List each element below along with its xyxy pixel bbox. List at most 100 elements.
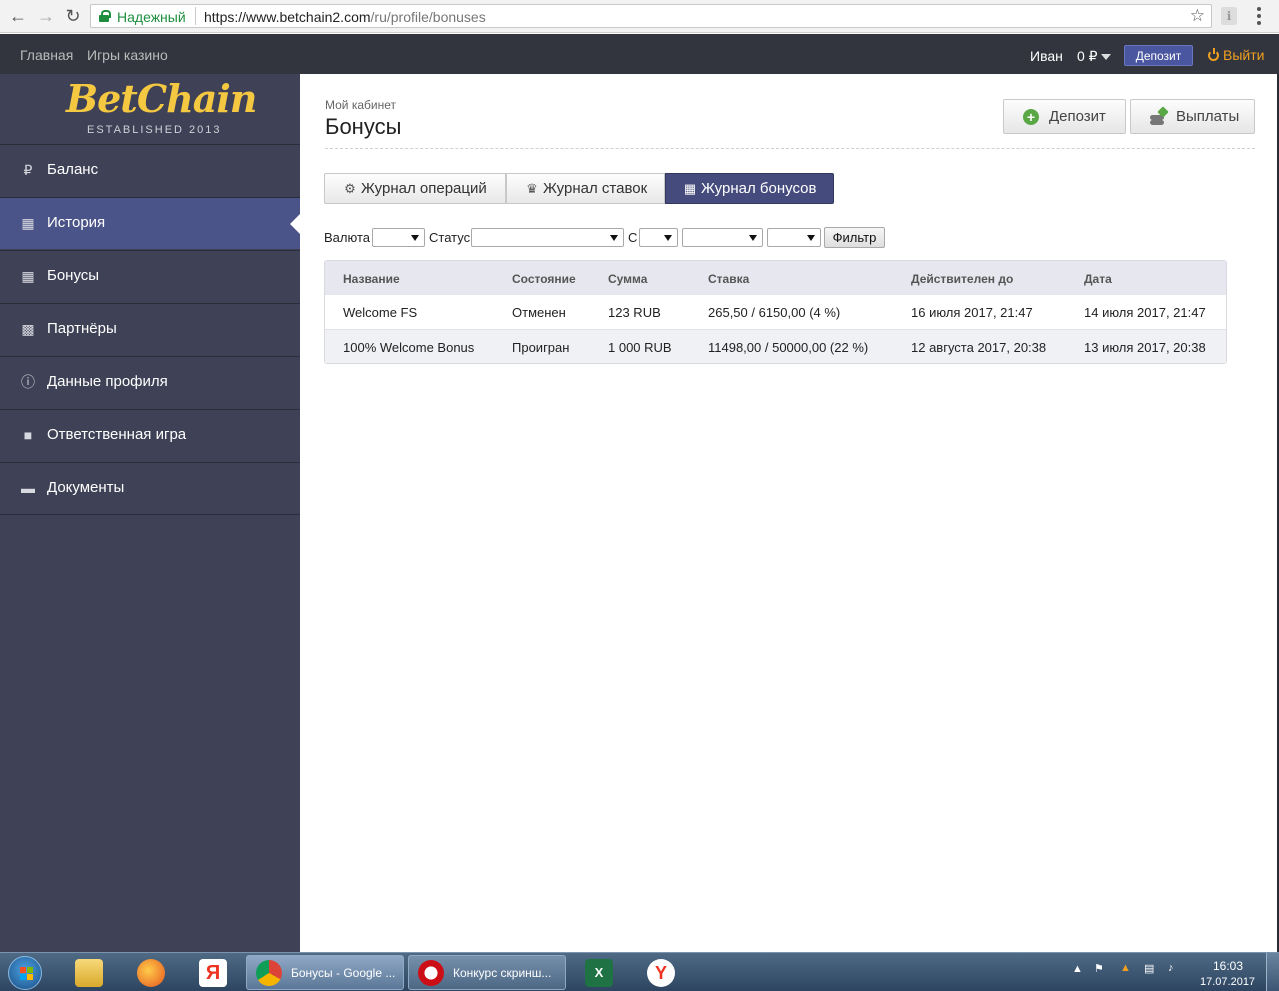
url-separator bbox=[195, 7, 196, 25]
logout-link[interactable]: Выйти bbox=[1208, 47, 1264, 63]
cell-wager: 265,50 / 6150,00 (4 %) bbox=[708, 305, 841, 320]
breadcrumb[interactable]: Мой кабинет bbox=[325, 98, 396, 112]
sidebar-item-label: Бонусы bbox=[47, 267, 100, 284]
yandex-icon[interactable]: Я bbox=[186, 955, 240, 990]
tab-label: Журнал ставок bbox=[543, 180, 648, 197]
currency-select[interactable] bbox=[372, 228, 425, 247]
reload-icon[interactable]: ↻ bbox=[63, 6, 83, 26]
currency-label: Валюта bbox=[324, 230, 370, 245]
action-center-flag-icon[interactable]: ⚑ bbox=[1094, 962, 1104, 975]
power-icon bbox=[1208, 48, 1219, 61]
header-divider bbox=[325, 148, 1255, 149]
column-header-date[interactable]: Дата bbox=[1084, 272, 1112, 286]
logo-wordmark: BetChain bbox=[66, 76, 257, 121]
info-icon: ⓘ bbox=[21, 374, 35, 390]
balance-value: 0 ₽ bbox=[1077, 48, 1098, 64]
from-month-select[interactable] bbox=[682, 228, 763, 247]
plus-circle-icon: + bbox=[1023, 109, 1039, 125]
deposit-button[interactable]: + Депозит bbox=[1003, 99, 1126, 134]
bookmark-star-icon[interactable]: ☆ bbox=[1190, 6, 1205, 26]
start-button[interactable] bbox=[4, 954, 46, 991]
sidebar-divider bbox=[0, 514, 300, 515]
tab-operations-journal[interactable]: ⚙ Журнал операций bbox=[324, 173, 506, 204]
status-label: Статус bbox=[429, 230, 471, 245]
bonus-table: Название Состояние Сумма Ставка Действит… bbox=[324, 260, 1227, 364]
trophy-icon: ♛ bbox=[526, 181, 538, 196]
sidebar-item-documents[interactable]: ▬ Документы bbox=[0, 462, 300, 514]
explorer-icon[interactable] bbox=[62, 955, 116, 990]
network-signal-icon[interactable]: ▤ bbox=[1144, 962, 1154, 975]
sidebar-item-responsible-gaming[interactable]: ■ Ответственная игра bbox=[0, 409, 300, 461]
cell-valid-until: 16 июля 2017, 21:47 bbox=[911, 305, 1033, 320]
cell-amount: 1 000 RUB bbox=[608, 340, 672, 355]
table-header: Название Состояние Сумма Ставка Действит… bbox=[325, 261, 1226, 295]
column-header-name[interactable]: Название bbox=[343, 272, 400, 286]
sidebar-item-label: История bbox=[47, 214, 106, 231]
cell-valid-until: 12 августа 2017, 20:38 bbox=[911, 340, 1047, 355]
gear-icon: ⚙ bbox=[344, 181, 356, 196]
top-deposit-button[interactable]: Депозит bbox=[1124, 45, 1193, 66]
chrome-icon bbox=[256, 960, 282, 986]
filter-button[interactable]: Фильтр bbox=[824, 227, 885, 248]
column-header-valid-until[interactable]: Действителен до bbox=[911, 272, 1013, 286]
url-host: https://www.betchain2.com bbox=[204, 9, 371, 25]
task-chrome-bonuses[interactable]: Бонусы - Google ... bbox=[246, 955, 404, 990]
address-bar[interactable]: Надежный https://www.betchain2.com/ru/pr… bbox=[90, 4, 1212, 28]
from-day-select[interactable] bbox=[639, 228, 678, 247]
nav-home-link[interactable]: Главная bbox=[20, 47, 73, 63]
tray-app-icon[interactable]: ▲ bbox=[1120, 962, 1131, 974]
windows-taskbar: Я Бонусы - Google ... Конкурс скринш... … bbox=[0, 952, 1279, 991]
tab-bets-journal[interactable]: ♛ Журнал ставок bbox=[506, 173, 665, 204]
clock-time[interactable]: 16:03 bbox=[1213, 959, 1243, 973]
yandex-browser-icon[interactable]: Y bbox=[634, 955, 688, 990]
sidebar-item-bonuses[interactable]: ▦ Бонусы bbox=[0, 250, 300, 302]
cell-state: Проигран bbox=[512, 340, 570, 355]
user-name[interactable]: Иван bbox=[1030, 48, 1063, 64]
tab-bonus-journal[interactable]: ▦ Журнал бонусов bbox=[665, 173, 834, 204]
lock-icon: ■ bbox=[23, 427, 33, 443]
gift-icon: ▦ bbox=[21, 268, 35, 284]
column-header-state[interactable]: Состояние bbox=[512, 272, 576, 286]
secure-lock-icon bbox=[99, 10, 111, 22]
windows-orb-icon bbox=[8, 956, 42, 990]
column-header-amount[interactable]: Сумма bbox=[608, 272, 647, 286]
gift-icon: ▦ bbox=[683, 181, 697, 196]
sidebar-item-label: Ответственная игра bbox=[47, 426, 187, 443]
briefcase-icon: ▩ bbox=[21, 321, 35, 337]
firefox-icon[interactable] bbox=[124, 955, 178, 990]
sidebar-item-balance[interactable]: ₽ Баланс bbox=[0, 144, 300, 196]
back-arrow-icon[interactable]: ← bbox=[8, 6, 28, 26]
url-text[interactable]: https://www.betchain2.com/ru/profile/bon… bbox=[204, 9, 486, 25]
pdf-extension-icon[interactable]: ℹ bbox=[1221, 7, 1237, 25]
task-opera-contest[interactable]: Конкурс скринш... bbox=[408, 955, 566, 990]
forward-arrow-icon[interactable]: → bbox=[36, 6, 56, 26]
betchain-logo[interactable]: BetChain ESTABLISHED 2013 bbox=[0, 74, 300, 144]
status-select[interactable] bbox=[471, 228, 624, 247]
calendar-icon: ▦ bbox=[21, 215, 35, 231]
tray-expand-icon[interactable]: ▲ bbox=[1072, 963, 1083, 975]
sidebar-item-history[interactable]: ▦ История bbox=[0, 197, 300, 249]
cell-date: 13 июля 2017, 20:38 bbox=[1084, 340, 1206, 355]
sidebar-item-label: Баланс bbox=[47, 161, 99, 178]
active-pointer-icon bbox=[290, 214, 300, 234]
payouts-button[interactable]: Выплаты bbox=[1130, 99, 1255, 134]
browser-menu-icon[interactable] bbox=[1257, 6, 1261, 26]
tab-label: Журнал операций bbox=[361, 180, 487, 197]
chevron-down-icon bbox=[1100, 54, 1111, 61]
show-desktop-button[interactable] bbox=[1266, 953, 1279, 991]
volume-icon[interactable]: ♪ bbox=[1168, 962, 1174, 974]
table-row: Welcome FS Отменен 123 RUB 265,50 / 6150… bbox=[325, 295, 1226, 329]
sidebar-item-profile-data[interactable]: ⓘ Данные профиля bbox=[0, 356, 300, 408]
sidebar-item-label: Документы bbox=[47, 479, 125, 496]
from-year-select[interactable] bbox=[767, 228, 821, 247]
sidebar-item-partners[interactable]: ▩ Партнёры bbox=[0, 303, 300, 355]
clock-date[interactable]: 17.07.2017 bbox=[1200, 976, 1255, 988]
excel-icon[interactable]: X bbox=[572, 955, 626, 990]
column-header-wager[interactable]: Ставка bbox=[708, 272, 749, 286]
logout-label: Выйти bbox=[1223, 47, 1265, 63]
cell-date: 14 июля 2017, 21:47 bbox=[1084, 305, 1206, 320]
balance-dropdown[interactable]: 0 ₽ bbox=[1077, 48, 1111, 65]
table-row: 100% Welcome Bonus Проигран 1 000 RUB 11… bbox=[325, 329, 1226, 363]
browser-toolbar: ← → ↻ Надежный https://www.betchain2.com… bbox=[0, 0, 1279, 33]
nav-casino-games-link[interactable]: Игры казино bbox=[87, 47, 168, 63]
